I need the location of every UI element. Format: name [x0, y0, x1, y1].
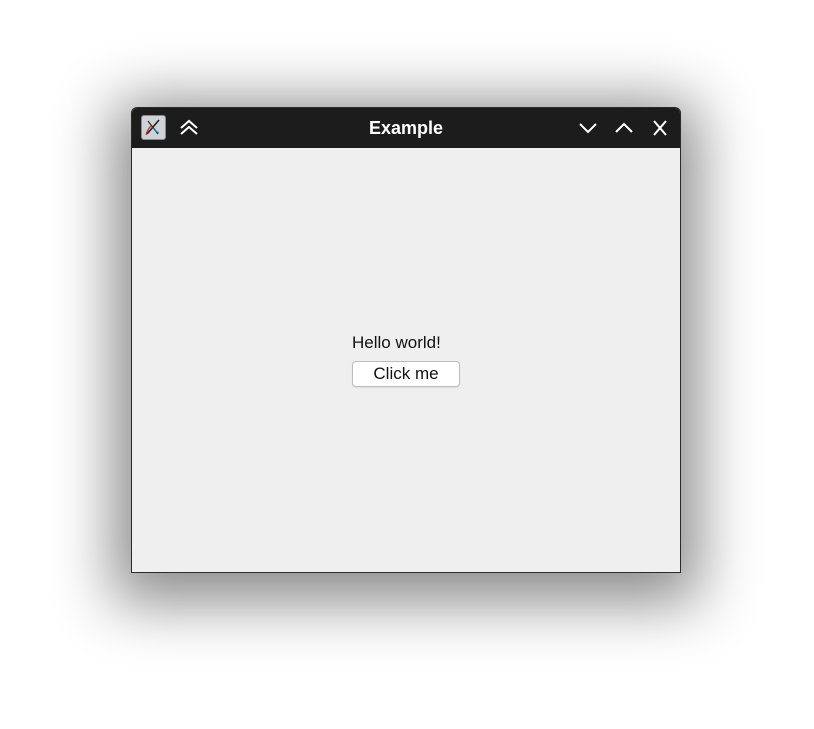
app-window: Example Hello world! Click me [131, 107, 681, 573]
chevron-up-icon[interactable] [611, 116, 637, 140]
double-chevron-up-icon[interactable] [176, 116, 202, 140]
window-content: Hello world! Click me [132, 148, 680, 572]
tk-feather-icon[interactable] [141, 115, 166, 140]
chevron-down-icon[interactable] [575, 116, 601, 140]
hello-label: Hello world! [352, 333, 441, 352]
close-icon[interactable] [647, 116, 673, 140]
click-me-button[interactable]: Click me [352, 361, 460, 387]
desktop: Example Hello world! Click me [0, 0, 814, 729]
title-bar[interactable]: Example [132, 108, 680, 148]
